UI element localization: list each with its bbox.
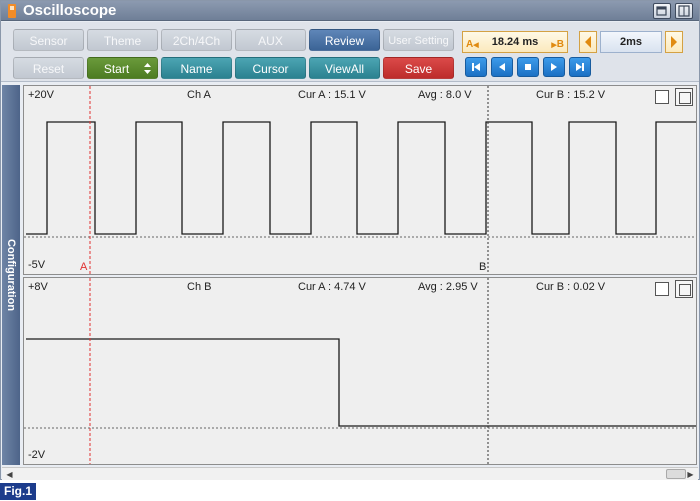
scroll-thumb[interactable] (666, 469, 686, 479)
cursor-button[interactable]: Cursor (235, 57, 306, 79)
start-button[interactable]: Start (87, 57, 158, 79)
channel-b-cursor-a-value: Cur A : 4.74 V (298, 281, 366, 293)
start-label: Start (103, 62, 130, 76)
sensor-button[interactable]: Sensor (13, 29, 84, 51)
name-button[interactable]: Name (161, 57, 232, 79)
time-div-increase-button[interactable] (665, 31, 683, 53)
channel-b-select-checkbox[interactable] (655, 282, 669, 296)
channel-a-maximize-button[interactable] (675, 88, 693, 106)
panel-toggle-button[interactable] (675, 3, 693, 19)
scroll-left-icon[interactable]: ◀ (4, 469, 15, 480)
viewall-button[interactable]: ViewAll (309, 57, 380, 79)
theme-button[interactable]: Theme (87, 29, 158, 51)
toolbar: Sensor Theme 2Ch/4Ch AUX Review User Set… (1, 22, 699, 82)
time-div-decrease-button[interactable] (579, 31, 597, 53)
save-button[interactable]: Save (383, 57, 454, 79)
skip-start-icon (472, 63, 480, 71)
channel-a-trace (26, 121, 696, 235)
restore-window-button[interactable] (653, 3, 671, 19)
ab-time-value: 18.24 ms (491, 36, 539, 48)
channel-b-panel: +8V -2V Ch B Cur A : 4.74 V Avg : 2.95 V… (23, 277, 697, 465)
horizontal-scrollbar[interactable]: ◀ ▶ (2, 467, 698, 480)
channel-b-average: Avg : 2.95 V (418, 281, 478, 293)
stop-icon (525, 64, 531, 70)
configuration-sidebar[interactable]: Configuration (2, 85, 20, 465)
time-div-value: 2ms (600, 31, 662, 53)
channel-mode-button[interactable]: 2Ch/4Ch (161, 29, 232, 51)
ab-left-marker: A◀ (466, 39, 479, 50)
step-back-icon (499, 63, 505, 71)
channel-a-cursor-b-value: Cur B : 15.2 V (536, 89, 606, 101)
arrow-right-icon (671, 36, 677, 48)
channel-a-plot (24, 86, 696, 274)
skip-to-end-button[interactable] (569, 57, 591, 77)
ab-time-readout: A◀ 18.24 ms ▶B (462, 31, 568, 53)
ab-right-marker: ▶B (551, 39, 564, 50)
stop-button[interactable] (517, 57, 539, 77)
channel-b-maximize-button[interactable] (675, 280, 693, 298)
aux-button[interactable]: AUX (235, 29, 306, 51)
up-down-icon (144, 63, 151, 74)
channel-b-top-scale: +8V (28, 281, 48, 293)
window-title: Oscilloscope (23, 2, 117, 19)
review-button[interactable]: Review (309, 29, 380, 51)
channel-a-top-scale: +20V (28, 89, 54, 101)
sidebar-label: Configuration (5, 238, 17, 312)
channel-a-panel: +20V -5V Ch A Cur A : 15.1 V Avg : 8.0 V… (23, 85, 697, 275)
panel-icon (678, 5, 690, 17)
channel-a-select-checkbox[interactable] (655, 90, 669, 104)
channel-b-plot (24, 278, 696, 464)
channel-b-cursor-b-value: Cur B : 0.02 V (536, 281, 606, 293)
play-button[interactable] (543, 57, 565, 77)
arrow-left-icon (585, 36, 591, 48)
channel-b-trace (26, 338, 696, 427)
title-bar: Oscilloscope (1, 1, 699, 21)
scroll-right-icon[interactable]: ▶ (685, 469, 696, 480)
user-setting-button[interactable]: User Setting (383, 29, 454, 51)
channel-a-cursor-a-value: Cur A : 15.1 V (298, 89, 366, 101)
skip-to-start-button[interactable] (465, 57, 487, 77)
skip-end-icon (576, 63, 584, 71)
channel-a-bottom-scale: -5V (28, 259, 46, 271)
step-back-button[interactable] (491, 57, 513, 77)
figure-label: Fig.1 (0, 483, 37, 500)
play-icon (551, 63, 557, 71)
reset-button[interactable]: Reset (13, 57, 84, 79)
cursor-a-label: A (80, 261, 88, 273)
restore-icon (656, 6, 667, 16)
channel-b-name: Ch B (187, 281, 212, 293)
oscilloscope-window: Oscilloscope Sensor Theme 2Ch/4Ch AUX Re… (0, 0, 700, 480)
channel-b-bottom-scale: -2V (28, 449, 46, 461)
channel-a-average: Avg : 8.0 V (418, 89, 472, 101)
cursor-b-label: B (479, 261, 487, 273)
channel-a-name: Ch A (187, 89, 211, 101)
app-icon (8, 4, 16, 18)
